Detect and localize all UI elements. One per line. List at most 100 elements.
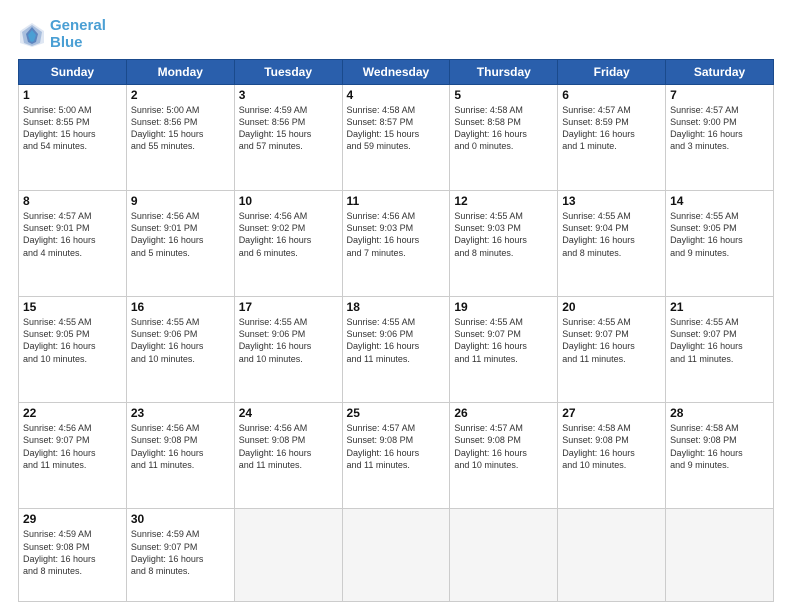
table-row: 1 Sunrise: 5:00 AM Sunset: 8:55 PM Daylig… [19, 85, 127, 191]
table-row: 24Sunrise: 4:56 AM Sunset: 9:08 PM Dayli… [234, 403, 342, 509]
day-number: 5 [454, 88, 553, 102]
calendar-row: 8Sunrise: 4:57 AM Sunset: 9:01 PM Daylig… [19, 191, 774, 297]
day-info: Sunrise: 4:58 AM Sunset: 8:57 PM Dayligh… [347, 104, 446, 153]
day-number: 29 [23, 512, 122, 526]
day-info: Sunrise: 5:00 AM Sunset: 8:56 PM Dayligh… [131, 104, 230, 153]
day-number: 20 [562, 300, 661, 314]
logo-text: General Blue [50, 18, 106, 51]
table-row: 19 Sunrise: 4:55 AM Sunset: 9:07 PM Dayli… [450, 297, 558, 403]
day-info: Sunrise: 4:55 AM Sunset: 9:07 PM Dayligh… [670, 316, 769, 365]
day-info: Sunrise: 4:57 AM Sunset: 9:00 PM Dayligh… [670, 104, 769, 153]
day-info: Sunrise: 4:56 AM Sunset: 9:01 PM Dayligh… [131, 210, 230, 259]
table-row: 22 Sunrise: 4:56 AM Sunset: 9:07 PM Dayli… [19, 403, 127, 509]
weekday-header-row: Sunday Monday Tuesday Wednesday Thursday… [19, 60, 774, 85]
table-row: 18 Sunrise: 4:55 AM Sunset: 9:06 PM Dayli… [342, 297, 450, 403]
calendar-row: 22 Sunrise: 4:56 AM Sunset: 9:07 PM Dayli… [19, 403, 774, 509]
table-row: 17Sunrise: 4:55 AM Sunset: 9:06 PM Dayli… [234, 297, 342, 403]
day-number: 7 [670, 88, 769, 102]
day-info: Sunrise: 4:57 AM Sunset: 9:01 PM Dayligh… [23, 210, 122, 259]
table-row: 2 Sunrise: 5:00 AM Sunset: 8:56 PM Daylig… [126, 85, 234, 191]
day-info: Sunrise: 4:55 AM Sunset: 9:03 PM Dayligh… [454, 210, 553, 259]
day-number: 9 [131, 194, 230, 208]
day-number: 22 [23, 406, 122, 420]
day-info: Sunrise: 4:55 AM Sunset: 9:07 PM Dayligh… [454, 316, 553, 365]
calendar-row: 29Sunrise: 4:59 AM Sunset: 9:08 PM Dayli… [19, 509, 774, 602]
day-info: Sunrise: 4:55 AM Sunset: 9:06 PM Dayligh… [131, 316, 230, 365]
day-number: 19 [454, 300, 553, 314]
day-number: 13 [562, 194, 661, 208]
table-row: 13 Sunrise: 4:55 AM Sunset: 9:04 PM Dayli… [558, 191, 666, 297]
day-info: Sunrise: 4:56 AM Sunset: 9:03 PM Dayligh… [347, 210, 446, 259]
day-number: 2 [131, 88, 230, 102]
table-row: 23 Sunrise: 4:56 AM Sunset: 9:08 PM Dayli… [126, 403, 234, 509]
logo-line1: General [50, 18, 106, 35]
day-info: Sunrise: 4:56 AM Sunset: 9:08 PM Dayligh… [131, 422, 230, 471]
table-row: 30Sunrise: 4:59 AM Sunset: 9:07 PM Dayli… [126, 509, 234, 602]
day-number: 23 [131, 406, 230, 420]
calendar-row: 1 Sunrise: 5:00 AM Sunset: 8:55 PM Daylig… [19, 85, 774, 191]
table-row: 7 Sunrise: 4:57 AM Sunset: 9:00 PM Daylig… [666, 85, 774, 191]
day-number: 25 [347, 406, 446, 420]
day-number: 21 [670, 300, 769, 314]
day-number: 24 [239, 406, 338, 420]
day-info: Sunrise: 4:55 AM Sunset: 9:05 PM Dayligh… [23, 316, 122, 365]
table-row: 15 Sunrise: 4:55 AM Sunset: 9:05 PM Dayli… [19, 297, 127, 403]
table-row: 11 Sunrise: 4:56 AM Sunset: 9:03 PM Dayli… [342, 191, 450, 297]
table-row: 16 Sunrise: 4:55 AM Sunset: 9:06 PM Dayli… [126, 297, 234, 403]
table-row: 29Sunrise: 4:59 AM Sunset: 9:08 PM Dayli… [19, 509, 127, 602]
logo-icon [18, 21, 46, 49]
day-info: Sunrise: 4:55 AM Sunset: 9:06 PM Dayligh… [347, 316, 446, 365]
day-number: 11 [347, 194, 446, 208]
logo-line2: Blue [50, 35, 106, 52]
col-friday: Friday [558, 60, 666, 85]
day-number: 3 [239, 88, 338, 102]
day-number: 10 [239, 194, 338, 208]
day-number: 15 [23, 300, 122, 314]
day-info: Sunrise: 4:55 AM Sunset: 9:06 PM Dayligh… [239, 316, 338, 365]
table-row: 3Sunrise: 4:59 AM Sunset: 8:56 PM Daylig… [234, 85, 342, 191]
table-row: 21 Sunrise: 4:55 AM Sunset: 9:07 PM Dayli… [666, 297, 774, 403]
table-row [342, 509, 450, 602]
day-info: Sunrise: 4:55 AM Sunset: 9:05 PM Dayligh… [670, 210, 769, 259]
day-info: Sunrise: 4:58 AM Sunset: 8:58 PM Dayligh… [454, 104, 553, 153]
table-row: 28 Sunrise: 4:58 AM Sunset: 9:08 PM Dayli… [666, 403, 774, 509]
day-number: 1 [23, 88, 122, 102]
logo: General Blue [18, 18, 106, 51]
calendar-table: Sunday Monday Tuesday Wednesday Thursday… [18, 59, 774, 602]
day-number: 6 [562, 88, 661, 102]
day-number: 26 [454, 406, 553, 420]
day-info: Sunrise: 4:55 AM Sunset: 9:04 PM Dayligh… [562, 210, 661, 259]
calendar-row: 15 Sunrise: 4:55 AM Sunset: 9:05 PM Dayli… [19, 297, 774, 403]
calendar-header: Sunday Monday Tuesday Wednesday Thursday… [19, 60, 774, 85]
col-thursday: Thursday [450, 60, 558, 85]
day-info: Sunrise: 4:59 AM Sunset: 9:07 PM Dayligh… [131, 528, 230, 577]
day-info: Sunrise: 4:58 AM Sunset: 9:08 PM Dayligh… [562, 422, 661, 471]
table-row: 6 Sunrise: 4:57 AM Sunset: 8:59 PM Daylig… [558, 85, 666, 191]
day-info: Sunrise: 4:57 AM Sunset: 8:59 PM Dayligh… [562, 104, 661, 153]
table-row: 20 Sunrise: 4:55 AM Sunset: 9:07 PM Dayli… [558, 297, 666, 403]
table-row [234, 509, 342, 602]
table-row: 25Sunrise: 4:57 AM Sunset: 9:08 PM Dayli… [342, 403, 450, 509]
table-row: 4Sunrise: 4:58 AM Sunset: 8:57 PM Daylig… [342, 85, 450, 191]
day-info: Sunrise: 5:00 AM Sunset: 8:55 PM Dayligh… [23, 104, 122, 153]
calendar-body: 1 Sunrise: 5:00 AM Sunset: 8:55 PM Daylig… [19, 85, 774, 602]
day-info: Sunrise: 4:56 AM Sunset: 9:02 PM Dayligh… [239, 210, 338, 259]
table-row: 14 Sunrise: 4:55 AM Sunset: 9:05 PM Dayli… [666, 191, 774, 297]
day-info: Sunrise: 4:58 AM Sunset: 9:08 PM Dayligh… [670, 422, 769, 471]
col-sunday: Sunday [19, 60, 127, 85]
table-row [558, 509, 666, 602]
header: General Blue [18, 18, 774, 51]
day-number: 16 [131, 300, 230, 314]
col-wednesday: Wednesday [342, 60, 450, 85]
day-number: 18 [347, 300, 446, 314]
table-row: 5 Sunrise: 4:58 AM Sunset: 8:58 PM Daylig… [450, 85, 558, 191]
table-row: 26Sunrise: 4:57 AM Sunset: 9:08 PM Dayli… [450, 403, 558, 509]
day-number: 12 [454, 194, 553, 208]
table-row: 12 Sunrise: 4:55 AM Sunset: 9:03 PM Dayli… [450, 191, 558, 297]
day-number: 28 [670, 406, 769, 420]
col-monday: Monday [126, 60, 234, 85]
day-info: Sunrise: 4:56 AM Sunset: 9:07 PM Dayligh… [23, 422, 122, 471]
table-row [666, 509, 774, 602]
day-info: Sunrise: 4:55 AM Sunset: 9:07 PM Dayligh… [562, 316, 661, 365]
day-number: 14 [670, 194, 769, 208]
